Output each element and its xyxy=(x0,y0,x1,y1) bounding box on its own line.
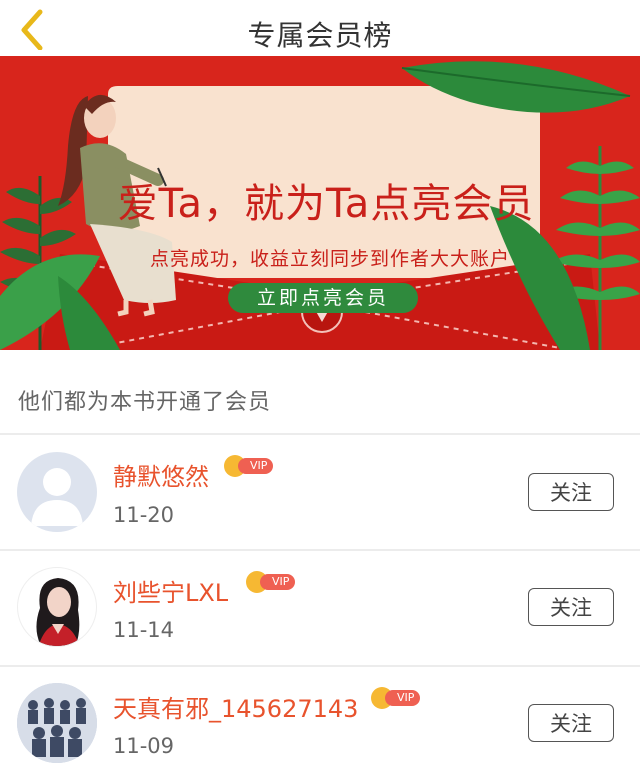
light-up-membership-button[interactable]: 立即点亮会员 xyxy=(228,283,418,313)
follow-button[interactable]: 关注 xyxy=(528,704,614,742)
list-item[interactable]: 静默悠然 VIP 11-20 关注 xyxy=(0,435,640,549)
promo-banner[interactable]: 爱Ta，就为Ta点亮会员 点亮成功，收益立刻同步到作者大大账户 立即点亮会员 xyxy=(0,56,640,350)
member-name[interactable]: 刘些宁LXL xyxy=(113,573,228,608)
default-user-icon xyxy=(31,468,83,526)
list-item[interactable]: 天真有邪_145627143 VIP 11-09 关注 xyxy=(0,667,640,781)
vip-badge: VIP xyxy=(224,455,282,477)
vip-badge: VIP xyxy=(246,571,304,593)
avatar[interactable] xyxy=(17,452,97,532)
follow-button[interactable]: 关注 xyxy=(528,473,614,511)
member-date: 11-09 xyxy=(113,734,175,758)
member-date: 11-14 xyxy=(113,618,175,642)
section-title: 他们都为本书开通了会员 xyxy=(18,390,272,415)
banner-subtitle: 点亮成功，收益立刻同步到作者大大账户 xyxy=(149,248,510,270)
banner-headline: 爱Ta，就为Ta点亮会员 xyxy=(117,181,535,227)
avatar[interactable] xyxy=(17,683,97,763)
top-bar: 专属会员榜 xyxy=(0,0,640,56)
member-name[interactable]: 天真有邪_145627143 xyxy=(113,689,358,724)
avatar[interactable] xyxy=(17,567,97,647)
group-photo xyxy=(17,683,97,763)
vip-badge: VIP xyxy=(371,687,429,709)
member-name[interactable]: 静默悠然 xyxy=(113,457,209,492)
list-item[interactable]: 刘些宁LXL VIP 11-14 关注 xyxy=(0,551,640,665)
member-date: 11-20 xyxy=(113,503,175,527)
follow-button[interactable]: 关注 xyxy=(528,588,614,626)
profile-photo xyxy=(36,578,80,646)
